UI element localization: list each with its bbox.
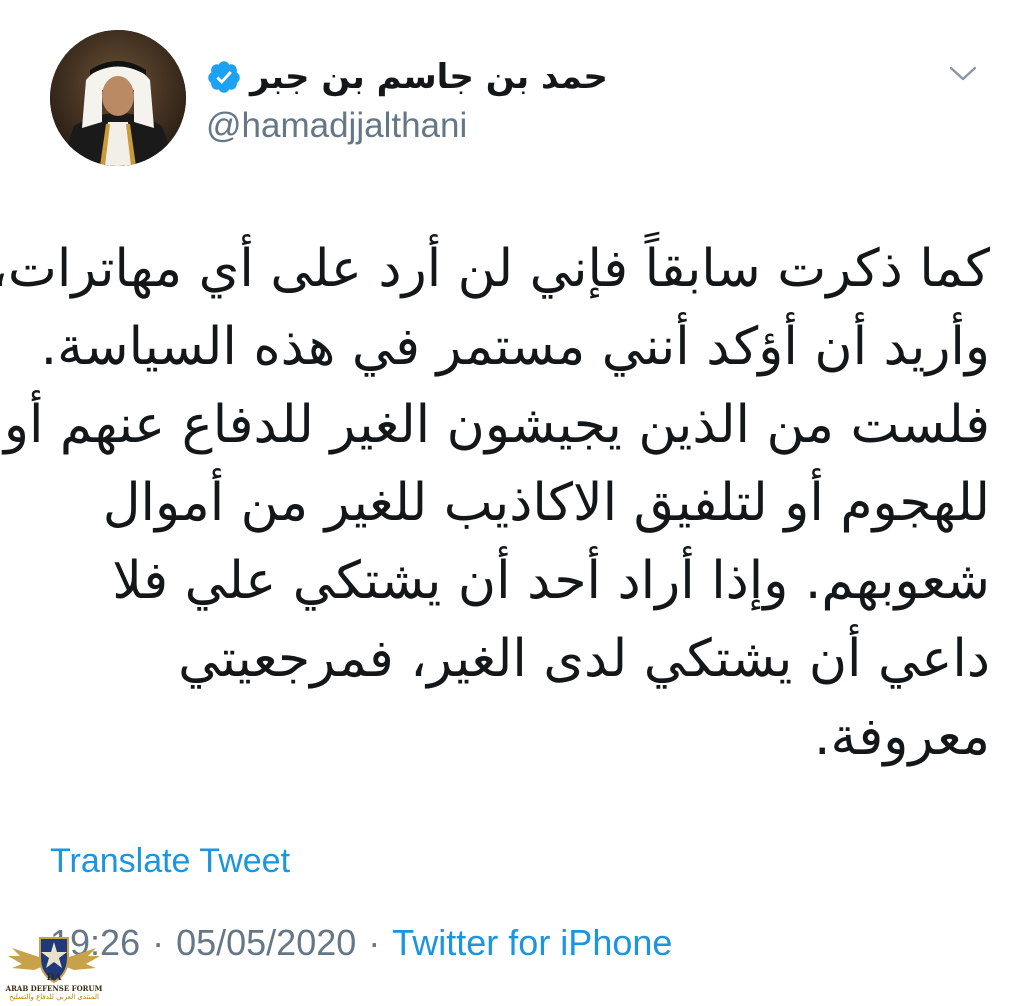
verified-badge-icon [208, 61, 240, 93]
tweet-text-line: فلست من الذين يجيشون الغير للدفاع عنهم أ… [3, 395, 990, 455]
tweet-text-line: داعي أن يشتكي لدى الغير، فمرجعيتي [178, 629, 990, 689]
chevron-down-icon [949, 66, 977, 81]
tweet-meta: 19:26 · 05/05/2020 · Twitter for iPhone [50, 922, 672, 964]
tweet-text-line: للهجوم أو لتلفيق الاكاذيب للغير من أموال [102, 473, 990, 533]
tweet-menu-button[interactable] [940, 56, 986, 92]
author-display-name: حمد بن جاسم بن جبر [250, 57, 608, 97]
tweet-text-line: كما ذكرت سابقاً فإني لن أرد على أي مهاتر… [0, 239, 990, 299]
author-name-row[interactable]: حمد بن جاسم بن جبر [206, 52, 608, 102]
tweet-text-line: معروفة. [813, 707, 990, 767]
meta-separator: · [368, 922, 381, 963]
watermark-logo: DA ARAB DEFENSE FORUM المنتدى العربي للد… [4, 930, 104, 1004]
watermark-title: ARAB DEFENSE FORUM [5, 984, 103, 993]
tweet-text: كما ذكرت سابقاً فإني لن أرد على أي مهاتر… [0, 230, 990, 776]
profile-photo [50, 30, 186, 166]
tweet-card: حمد بن جاسم بن جبر @hamadjjalthani كما ذ… [0, 0, 1024, 1006]
watermark-subtitle: المنتدى العربي للدفاع والتسليح [9, 993, 99, 1001]
tweet-date[interactable]: 05/05/2020 [176, 922, 356, 964]
translate-tweet-link[interactable]: Translate Tweet [50, 842, 290, 881]
tweet-source-link[interactable]: Twitter for iPhone [392, 922, 672, 964]
tweet-text-line: شعوبهم. وإذا أراد أحد أن يشتكي علي فلا [112, 551, 990, 611]
meta-separator: · [152, 922, 165, 963]
avatar[interactable] [50, 30, 186, 166]
watermark-initials: DA [47, 973, 63, 983]
tweet-text-line: وأريد أن أؤكد أنني مستمر في هذه السياسة. [40, 317, 990, 377]
author-handle[interactable]: @hamadjjalthani [206, 106, 467, 146]
